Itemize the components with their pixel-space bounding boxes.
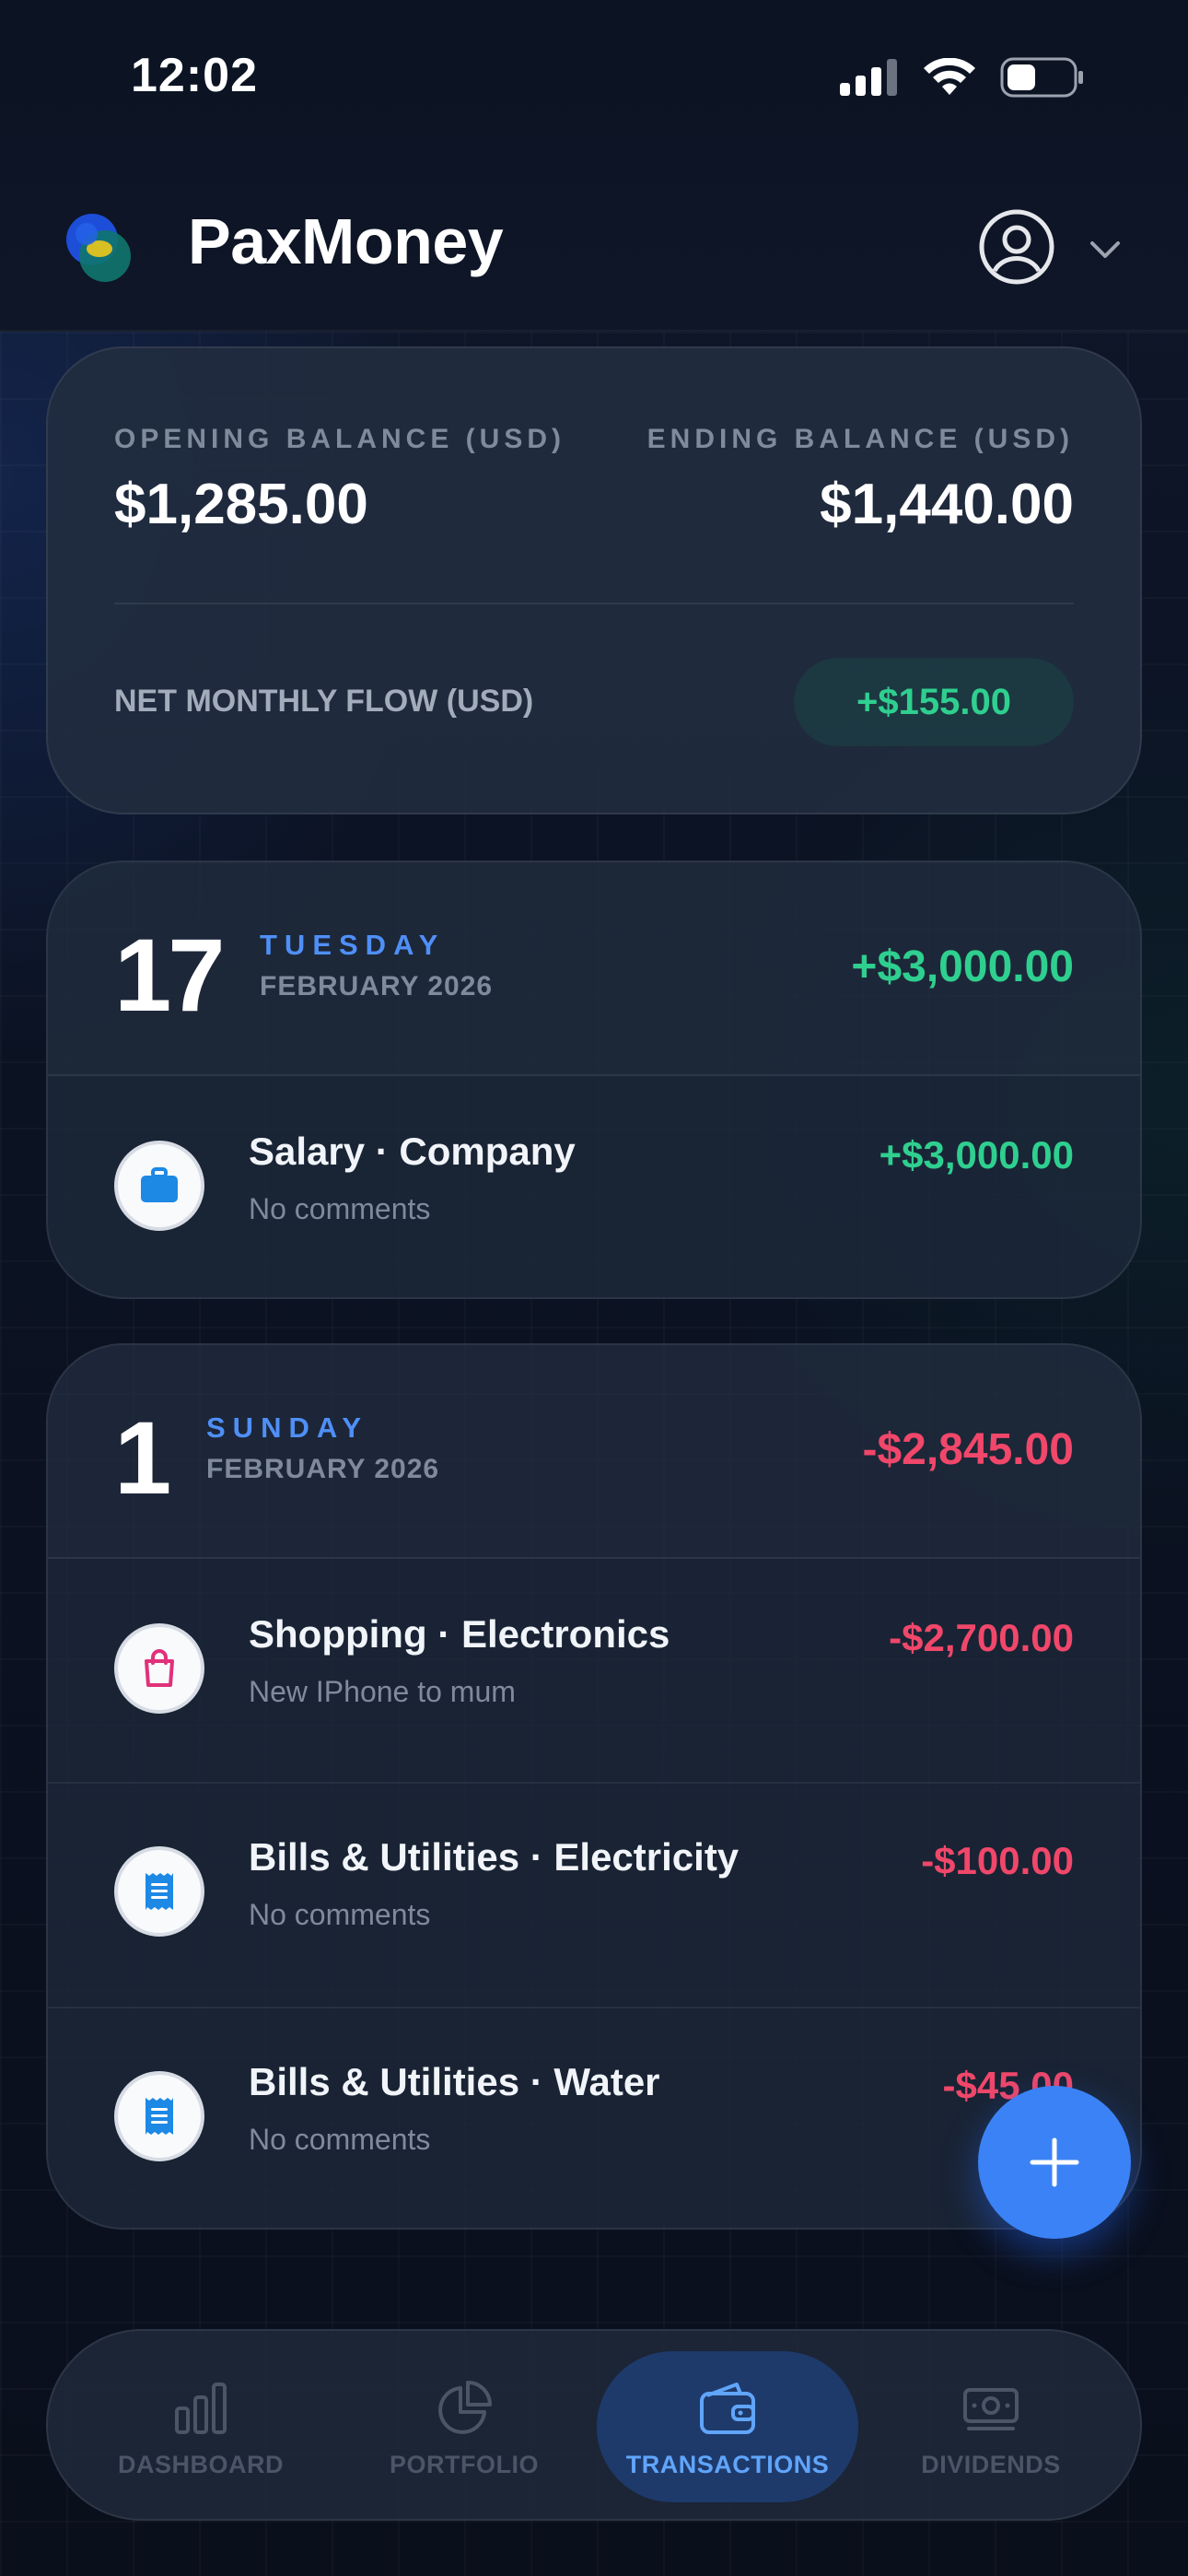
day-number: 17 — [114, 918, 226, 1033]
nav-label: PORTFOLIO — [390, 2451, 539, 2478]
transaction-title: Bills & Utilities · Electricity — [249, 1835, 740, 1879]
chevron-down-icon[interactable] — [1083, 227, 1127, 271]
transaction-amount: -$2,700.00 — [889, 1616, 1074, 1659]
profile-avatar-button[interactable] — [978, 208, 1055, 286]
banknote-icon — [963, 2388, 1019, 2430]
bar-chart-icon — [175, 2383, 227, 2434]
transaction-comment: No comments — [249, 2123, 431, 2156]
nav-item-dashboard[interactable]: DASHBOARD — [70, 2351, 332, 2502]
wifi-icon — [924, 58, 975, 95]
nav-item-transactions[interactable]: TRANSACTIONS — [597, 2351, 858, 2502]
status-bar: 12:02 — [0, 0, 1188, 157]
transaction-amount: -$100.00 — [921, 1839, 1074, 1882]
day-total: +$3,000.00 — [851, 943, 1074, 991]
nav-item-portfolio[interactable]: PORTFOLIO — [333, 2351, 595, 2502]
app-title: PaxMoney — [188, 205, 504, 277]
battery-icon — [1000, 57, 1083, 98]
receipt-icon — [114, 2071, 204, 2161]
transaction-row[interactable]: Shopping · Electronics New IPhone to mum… — [48, 1559, 1140, 1782]
balance-summary-card: OPENING BALANCE (USD) $1,285.00 ENDING B… — [46, 346, 1142, 814]
day-group-card: 1 SUNDAY FEBRUARY 2026 -$2,845.00 Shoppi… — [46, 1343, 1142, 2230]
transaction-row[interactable]: Bills & Utilities · Water No comments -$… — [48, 2008, 1140, 2228]
transaction-title: Bills & Utilities · Water — [249, 2060, 660, 2103]
ending-balance-value: $1,440.00 — [820, 473, 1074, 536]
transaction-title: Salary · Company — [249, 1130, 576, 1173]
app-logo-icon — [66, 214, 131, 282]
day-month: FEBRUARY 2026 — [260, 971, 494, 1001]
app-header: 12:02 PaxMoney — [0, 0, 1188, 332]
day-number: 1 — [114, 1400, 171, 1516]
receipt-icon — [114, 1846, 204, 1937]
transaction-comment: New IPhone to mum — [249, 1675, 516, 1708]
transaction-comment: No comments — [249, 1192, 431, 1225]
add-transaction-button[interactable] — [978, 2086, 1131, 2239]
day-group-card: 17 TUESDAY FEBRUARY 2026 +$3,000.00 Sala… — [46, 861, 1142, 1299]
net-flow-badge: +$155.00 — [794, 658, 1074, 746]
pie-chart-icon — [438, 2381, 492, 2434]
day-total: -$2,845.00 — [862, 1425, 1074, 1474]
net-flow-label: NET MONTHLY FLOW (USD) — [114, 684, 534, 719]
status-icons — [840, 57, 1085, 98]
status-time: 12:02 — [131, 49, 258, 102]
ending-balance-label: ENDING BALANCE (USD) — [646, 424, 1074, 454]
bottom-nav: DASHBOARD PORTFOLIO TRANSACTIONS DIVIDEN… — [46, 2329, 1142, 2521]
divider — [114, 603, 1074, 604]
opening-balance-value: $1,285.00 — [114, 473, 368, 536]
nav-item-dividends[interactable]: DIVIDENDS — [860, 2351, 1122, 2502]
day-month: FEBRUARY 2026 — [206, 1454, 440, 1484]
nav-label: TRANSACTIONS — [625, 2451, 830, 2478]
transaction-title: Shopping · Electronics — [249, 1612, 670, 1656]
transaction-comment: No comments — [249, 1898, 431, 1931]
transaction-amount: +$3,000.00 — [879, 1133, 1074, 1177]
shopping-bag-icon — [114, 1623, 204, 1714]
day-group-header: 1 SUNDAY FEBRUARY 2026 -$2,845.00 — [48, 1345, 1140, 1559]
briefcase-icon — [114, 1141, 204, 1231]
nav-label: DASHBOARD — [118, 2451, 284, 2478]
transaction-row[interactable]: Salary · Company No comments +$3,000.00 — [48, 1076, 1140, 1297]
day-group-header: 17 TUESDAY FEBRUARY 2026 +$3,000.00 — [48, 862, 1140, 1076]
nav-label: DIVIDENDS — [921, 2451, 1061, 2478]
cellular-signal-icon — [840, 59, 897, 96]
transaction-row[interactable]: Bills & Utilities · Electricity No comme… — [48, 1784, 1140, 2007]
opening-balance-label: OPENING BALANCE (USD) — [114, 424, 566, 454]
day-weekday: TUESDAY — [260, 929, 446, 961]
wallet-icon — [700, 2383, 755, 2434]
plus-icon — [1030, 2137, 1079, 2187]
day-weekday: SUNDAY — [206, 1411, 369, 1444]
